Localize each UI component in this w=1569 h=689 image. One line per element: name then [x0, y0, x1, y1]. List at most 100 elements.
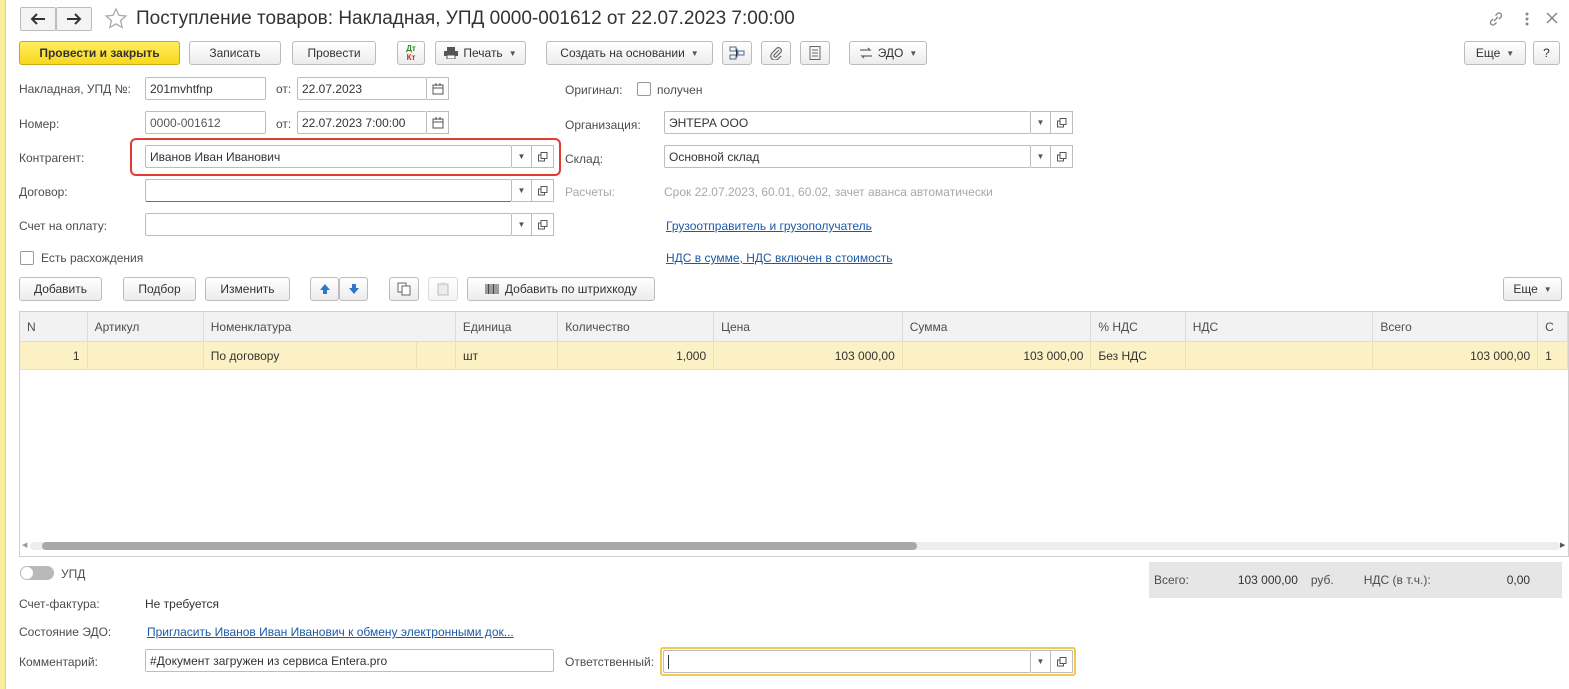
total-value: 103 000,00 — [1237, 573, 1298, 587]
column-header-total[interactable]: Всего — [1373, 312, 1539, 341]
comment-field[interactable]: #Документ загружен из сервиса Entera.pro — [145, 649, 554, 672]
barcode-icon — [485, 284, 499, 294]
upd-toggle[interactable] — [20, 566, 54, 580]
number-field[interactable]: 0000-001612 — [145, 111, 266, 134]
responsible-field[interactable] — [663, 650, 1031, 673]
edo-button[interactable]: ЭДО ▼ — [849, 41, 927, 65]
favorite-star-icon[interactable] — [104, 7, 128, 34]
more-button[interactable]: Еще ▼ — [1464, 41, 1526, 65]
organization-field[interactable]: ЭНТЕРА ООО — [664, 111, 1031, 134]
warehouse-label: Склад: — [565, 152, 604, 166]
number-label: Номер: — [19, 117, 60, 131]
discrepancy-checkbox[interactable] — [20, 251, 34, 265]
help-button[interactable]: ? — [1533, 41, 1560, 65]
organization-open[interactable] — [1051, 111, 1073, 134]
change-button[interactable]: Изменить — [205, 277, 290, 301]
column-header-sum[interactable]: Сумма — [903, 312, 1092, 341]
structure-button[interactable] — [722, 41, 752, 65]
calendar-button[interactable] — [427, 111, 449, 134]
column-header-extra[interactable]: С — [1538, 312, 1568, 341]
table-more-button[interactable]: Еще ▼ — [1503, 277, 1562, 301]
back-button[interactable] — [20, 7, 56, 31]
edo-invite-link[interactable]: Пригласить Иванов Иван Иванович к обмену… — [147, 625, 514, 639]
column-header-vat[interactable]: НДС — [1186, 312, 1374, 341]
column-header-unit[interactable]: Единица — [456, 312, 559, 341]
column-header-article[interactable]: Артикул — [88, 312, 204, 341]
paste-row-button[interactable] — [428, 277, 458, 301]
original-received-checkbox[interactable] — [637, 82, 651, 96]
cell-vat-rate: Без НДС — [1091, 342, 1186, 369]
number-date-field[interactable]: 22.07.2023 7:00:00 — [297, 111, 427, 134]
responsible-open[interactable] — [1051, 650, 1073, 673]
contract-label: Договор: — [19, 185, 68, 199]
warehouse-open[interactable] — [1051, 145, 1073, 168]
move-down-button[interactable] — [339, 277, 368, 301]
vat-link[interactable]: НДС в сумме, НДС включен в стоимость — [666, 251, 893, 265]
invoice-dropdown[interactable]: ▼ — [512, 213, 532, 236]
responsible-label: Ответственный: — [565, 655, 655, 669]
more-vert-icon[interactable] — [1520, 10, 1534, 31]
move-up-button[interactable] — [310, 277, 339, 301]
cell-unit: шт — [456, 342, 559, 369]
document-list-icon — [809, 46, 821, 60]
exchange-icon — [859, 47, 872, 59]
window-title: Поступление товаров: Накладная, УПД 0000… — [136, 8, 795, 29]
close-icon[interactable] — [1544, 10, 1560, 29]
copy-row-button[interactable] — [389, 277, 419, 301]
arrow-down-icon — [348, 284, 359, 294]
column-header-n[interactable]: N — [20, 312, 88, 341]
printer-icon — [444, 47, 459, 59]
link-icon[interactable] — [1487, 10, 1505, 31]
open-window-icon — [537, 219, 547, 229]
counterparty-open[interactable] — [532, 145, 554, 168]
paste-icon — [437, 282, 449, 296]
chevron-down-icon: ▼ — [517, 152, 526, 161]
warehouse-dropdown[interactable]: ▼ — [1031, 145, 1051, 168]
invoice-label: Счет на оплату: — [19, 219, 108, 233]
print-label: Печать — [463, 46, 503, 60]
chevron-down-icon: ▼ — [1506, 48, 1515, 58]
cell-n: 1 — [20, 342, 88, 369]
horizontal-scrollbar[interactable] — [30, 542, 1560, 550]
hierarchy-icon — [729, 46, 745, 60]
print-button[interactable]: Печать ▼ — [435, 41, 526, 65]
attach-button[interactable] — [761, 41, 791, 65]
shipper-link[interactable]: Грузоотправитель и грузополучатель — [666, 219, 872, 233]
upd-label: УПД — [61, 567, 86, 581]
counterparty-dropdown[interactable]: ▼ — [512, 145, 532, 168]
column-header-item[interactable]: Номенклатура — [204, 312, 456, 341]
invoice-open[interactable] — [532, 213, 554, 236]
forward-button[interactable] — [56, 7, 92, 31]
warehouse-field[interactable]: Основной склад — [664, 145, 1031, 168]
responsible-dropdown[interactable]: ▼ — [1031, 650, 1051, 673]
select-button[interactable]: Подбор — [123, 277, 196, 301]
report-button[interactable] — [800, 41, 830, 65]
save-button[interactable]: Записать — [189, 41, 281, 65]
column-header-qty[interactable]: Количество — [558, 312, 715, 341]
counterparty-field[interactable]: Иванов Иван Иванович — [145, 145, 512, 168]
post-and-close-button[interactable]: Провести и закрыть — [19, 41, 180, 65]
calendar-button[interactable] — [427, 77, 449, 100]
column-header-vat-rate[interactable]: % НДС — [1091, 312, 1186, 341]
doc-date-field[interactable]: 22.07.2023 — [297, 77, 427, 100]
cell-price: 103 000,00 — [714, 342, 903, 369]
contract-dropdown[interactable]: ▼ — [512, 179, 532, 202]
add-by-barcode-button[interactable]: Добавить по штрихкоду — [467, 277, 655, 301]
dt-kt-button[interactable]: Дт Кт — [397, 41, 425, 65]
organization-dropdown[interactable]: ▼ — [1031, 111, 1051, 134]
invoice-field[interactable] — [145, 213, 512, 236]
table-row[interactable]: 1 По договору шт 1,000 103 000,00 103 00… — [20, 342, 1568, 370]
scroll-left-icon[interactable]: ◀ — [22, 541, 27, 549]
table-header: N Артикул Номенклатура Единица Количеств… — [20, 312, 1568, 342]
create-based-on-button[interactable]: Создать на основании ▼ — [546, 41, 713, 65]
chevron-down-icon: ▼ — [1036, 657, 1045, 666]
post-button[interactable]: Провести — [292, 41, 376, 65]
column-header-price[interactable]: Цена — [714, 312, 903, 341]
scrollbar-thumb[interactable] — [42, 542, 917, 550]
add-row-button[interactable]: Добавить — [19, 277, 102, 301]
scroll-right-icon[interactable]: ▶ — [1560, 541, 1565, 549]
contract-field[interactable] — [145, 179, 512, 202]
contract-open[interactable] — [532, 179, 554, 202]
doc-number-field[interactable]: 201mvhtfnp — [145, 77, 266, 100]
number-date-label: от: — [276, 117, 292, 131]
